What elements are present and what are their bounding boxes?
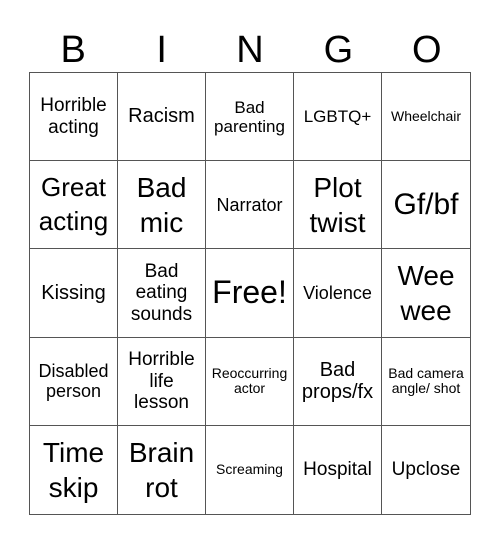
bingo-cell[interactable]: Time skip [30,425,118,514]
bingo-cell[interactable]: LGBTQ+ [294,73,382,162]
header-letter-n: N [236,29,264,71]
header-letter-i: I [156,29,167,71]
bingo-cell[interactable]: Reoccurring actor [206,337,294,426]
free-space-cell[interactable]: Free! [206,249,294,338]
bingo-cell[interactable]: Bad camera angle/ shot [382,338,470,426]
bingo-cell[interactable]: Kissing [30,249,118,338]
header-letter-b: B [60,29,86,71]
bingo-cell[interactable]: Screaming [206,425,294,514]
bingo-cell[interactable]: Great acting [30,161,118,250]
bingo-cell[interactable]: Plot twist [294,161,382,250]
bingo-header: B I N G O [29,28,471,72]
bingo-cell[interactable]: Violence [294,249,382,338]
bingo-cell[interactable]: Bad parenting [206,73,294,162]
bingo-cell[interactable]: Brain rot [118,425,206,514]
bingo-cell[interactable]: Horrible life lesson [118,337,206,426]
bingo-cell[interactable]: Bad mic [118,161,206,250]
bingo-cell[interactable]: Racism [118,73,206,162]
header-letter-o: O [412,29,442,71]
bingo-cell[interactable]: Disabled person [30,337,118,426]
bingo-cell[interactable]: Gf/bf [382,161,470,250]
bingo-cell[interactable]: Bad props/fx [294,337,382,426]
bingo-cell[interactable]: Upclose [382,426,470,514]
bingo-cell[interactable]: Bad eating sounds [118,249,206,338]
bingo-cell[interactable]: Narrator [206,161,294,250]
bingo-cell[interactable]: Hospital [294,425,382,514]
bingo-card: Horrible acting Racism Bad parenting LGB… [29,72,471,515]
bingo-cell[interactable]: Wheelchair [382,73,470,162]
bingo-cell[interactable]: Wee wee [382,249,470,338]
bingo-cell[interactable]: Horrible acting [30,73,118,162]
header-letter-g: G [323,29,354,71]
